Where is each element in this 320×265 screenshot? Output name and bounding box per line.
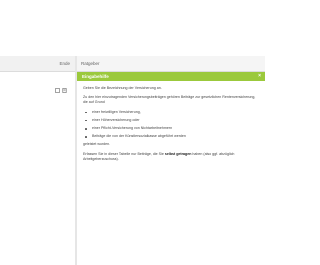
advisor-header: Ratgeber xyxy=(77,56,265,72)
bullet-item: Beiträge die von der Künstlersozialkasse… xyxy=(85,134,259,139)
bullet-item: einer freiwilligen Versicherung, xyxy=(85,110,259,115)
help-title: Eingabehilfe xyxy=(82,74,109,79)
close-icon[interactable]: × xyxy=(258,72,261,81)
checkbox-icon[interactable] xyxy=(55,80,60,93)
end-label[interactable]: Ende xyxy=(0,56,76,72)
bullet-item: einer Höherversicherung oder xyxy=(85,118,259,123)
help-paragraph-4: Erfassen Sie in dieser Tabelle nur Beitr… xyxy=(83,152,259,162)
bullet-item: einer Pflicht-Versicherung von Nichtarbe… xyxy=(85,126,259,131)
help-paragraph-3: geleistet wurden. xyxy=(83,142,111,147)
help-paragraph-1: Geben Sie die Bezeichnung der Versicheru… xyxy=(83,86,162,90)
help-paragraph-4-bold: selbst getragen xyxy=(164,151,192,156)
left-icon-group xyxy=(55,78,67,93)
help-bullets: einer freiwilligen Versicherung, einer H… xyxy=(83,110,259,140)
help-paragraph-4-pre: Erfassen Sie in dieser Tabelle nur Beitr… xyxy=(83,151,165,156)
advisor-pane: Ratgeber Eingabehilfe × Geben Sie die Be… xyxy=(77,56,265,265)
help-paragraph-2: Zu den hier einzutragenden Versicherungs… xyxy=(83,95,256,105)
document-icon[interactable] xyxy=(62,80,67,93)
help-title-bar: Eingabehilfe × xyxy=(77,72,265,81)
help-content: Geben Sie die Bezeichnung der Versicheru… xyxy=(83,86,259,166)
